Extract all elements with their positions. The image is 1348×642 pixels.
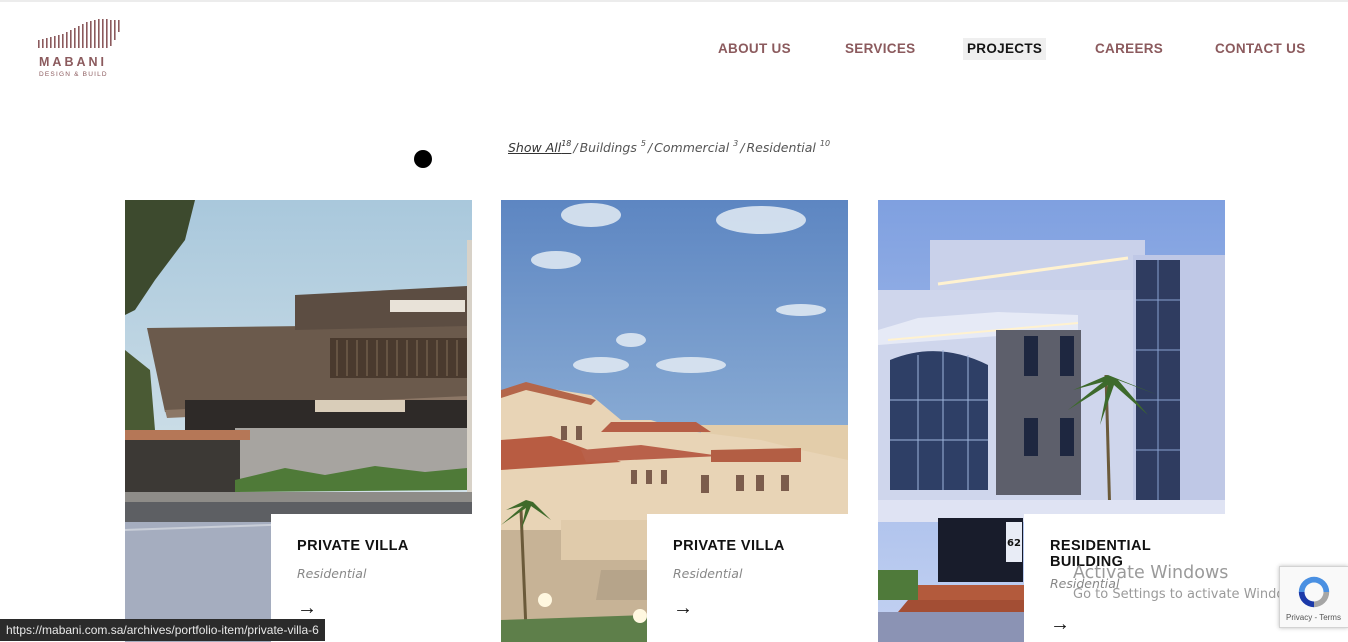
portfolio-filters: Show All18/Buildings 5/Commercial 3/Resi…: [508, 139, 831, 155]
logo-bars-icon: [38, 19, 120, 48]
filter-commercial[interactable]: Commercial 3: [654, 139, 738, 155]
nav-careers[interactable]: CAREERS: [1095, 38, 1163, 60]
filter-buildings[interactable]: Buildings 5: [580, 139, 646, 155]
recaptcha-links[interactable]: Privacy - Terms: [1286, 613, 1341, 622]
arrow-right-icon[interactable]: →: [673, 598, 693, 618]
project-caption: PRIVATE VILLA Residential →: [647, 514, 848, 642]
top-border: [0, 0, 1348, 2]
filter-show-all[interactable]: Show All18: [508, 139, 571, 155]
nav-projects[interactable]: PROJECTS: [963, 38, 1047, 60]
windows-activation-watermark: Activate Windows Go to Settings to activ…: [1073, 563, 1306, 602]
mouse-cursor-dot: [414, 150, 432, 168]
project-card[interactable]: PRIVATE VILLA Residential →: [125, 200, 472, 642]
browser-status-url: https://mabani.com.sa/archives/portfolio…: [0, 619, 325, 641]
recaptcha-badge[interactable]: Privacy - Terms: [1279, 566, 1348, 628]
arrow-right-icon[interactable]: →: [297, 598, 317, 618]
nav-about-us[interactable]: ABOUT US: [718, 38, 791, 60]
project-category: Residential: [297, 566, 367, 581]
nav-contact-us[interactable]: CONTACT US: [1215, 38, 1306, 60]
project-card[interactable]: PRIVATE VILLA Residential →: [501, 200, 848, 642]
arrow-right-icon[interactable]: →: [1050, 614, 1070, 634]
watermark-title: Activate Windows: [1073, 563, 1229, 583]
nav-services[interactable]: SERVICES: [845, 38, 915, 60]
watermark-subtitle: Go to Settings to activate Windows.: [1073, 587, 1306, 602]
brand-logo[interactable]: MABANI DESIGN & BUILD: [38, 18, 124, 80]
project-title[interactable]: PRIVATE VILLA: [673, 538, 848, 554]
project-category: Residential: [673, 566, 743, 581]
project-title[interactable]: PRIVATE VILLA: [297, 538, 472, 554]
brand-name: MABANI: [39, 55, 107, 69]
recaptcha-icon: [1298, 576, 1330, 608]
brand-tagline: DESIGN & BUILD: [39, 71, 108, 78]
house-number: 62: [1007, 538, 1021, 549]
filter-residential[interactable]: Residential 10: [746, 139, 830, 155]
